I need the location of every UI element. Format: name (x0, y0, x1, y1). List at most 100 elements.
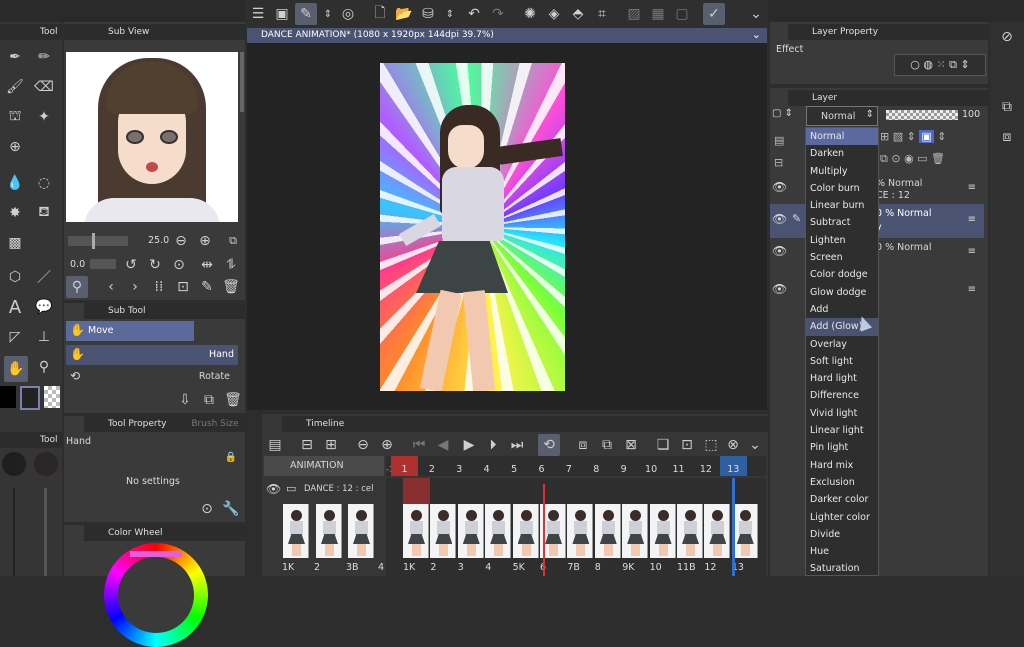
blend-option-darker-color[interactable]: Darker color (806, 491, 878, 508)
blend-option-overlay[interactable]: Overlay (806, 336, 878, 353)
zoom-in-icon[interactable]: ⊕ (194, 230, 216, 252)
sub-tool-item-hand[interactable]: ✋ Hand (66, 345, 238, 365)
blend-option-hue[interactable]: Hue (806, 543, 878, 560)
fit-view-icon[interactable]: ⧉ (222, 230, 244, 252)
brush-size-dot-b[interactable] (34, 452, 58, 476)
grid-tool-icon[interactable]: ⊕ (4, 136, 26, 158)
blend-option-difference[interactable]: Difference (806, 387, 878, 404)
undo-icon[interactable]: ↶ (463, 3, 485, 25)
layer-eye-icon-4[interactable]: 👁 (772, 282, 787, 296)
brush-slider-b[interactable] (44, 488, 47, 576)
sub-tool-item-rotate[interactable]: ⟲ Rotate (66, 367, 238, 387)
opacity-value[interactable]: 100 (962, 109, 980, 120)
decoration-tool-icon[interactable]: ⛫ (4, 106, 26, 128)
rotate-slider[interactable] (90, 259, 116, 269)
invert-selection-icon[interactable]: ▦ (647, 3, 669, 25)
navigator-icon[interactable]: ⊘ (996, 26, 1018, 48)
lock-icon[interactable]: 🔒 (220, 446, 242, 468)
clear-icon[interactable]: ◈ (543, 3, 565, 25)
blend-option-divide[interactable]: Divide (806, 526, 878, 543)
blend-option-multiply[interactable]: Multiply (806, 163, 878, 180)
layer-toggle-box[interactable]: ▢ ⇕ (772, 108, 802, 124)
deselect-icon[interactable]: ▨ (623, 3, 645, 25)
brush-tool-icon[interactable]: 🖌 (4, 76, 26, 98)
eyedropper-tool-icon[interactable]: ⚲ (33, 356, 55, 378)
wand-tool-icon[interactable]: ✸ (4, 202, 26, 224)
lasso-tool-icon[interactable]: ◌ (33, 172, 55, 194)
sub-tool-copy-icon[interactable]: ⧉ (198, 389, 220, 411)
zoom-value[interactable]: 25.0 (148, 235, 169, 246)
rotate-right-icon[interactable]: ↻ (144, 254, 166, 276)
chevron-updown-icon-2[interactable]: ⇕ (439, 3, 461, 25)
brush-size-tab[interactable]: Brush Size (191, 419, 238, 429)
layers-stack-icon[interactable]: ⧈ (996, 126, 1018, 148)
fill-icon[interactable]: ⬘ (567, 3, 589, 25)
menu-icon[interactable]: ☰ (247, 3, 269, 25)
line-tool-icon[interactable]: ／ (33, 266, 55, 288)
canvas-artwork[interactable] (380, 63, 565, 391)
layer-eye-icon-1[interactable]: 👁 (772, 180, 787, 194)
sub-tool-import-icon[interactable]: ⇩ (174, 389, 196, 411)
flip-horizontal-icon[interactable]: ⇹ (196, 254, 218, 276)
eraser-tool-icon[interactable]: ⌫ (33, 76, 55, 98)
next-image-icon[interactable]: › (124, 276, 146, 298)
edit-tool-icon[interactable]: ✎ (295, 3, 317, 25)
layer-color-icon[interactable]: ▣ (919, 130, 934, 143)
sub-color-swatch[interactable] (20, 386, 40, 410)
sub-tool-delete-icon[interactable]: 🗑 (222, 389, 244, 411)
blend-option-darken[interactable]: Darken (806, 145, 878, 162)
layer-eye-icon-3[interactable]: 👁 (772, 244, 787, 258)
drag-handle-icon-1[interactable]: ≡ (968, 182, 976, 193)
brush-slider-a[interactable] (13, 488, 15, 576)
hand-tool-icon[interactable]: ✋ (4, 356, 28, 382)
zoom-out-icon[interactable]: ⊖ (170, 230, 192, 252)
tool-property-reset-icon[interactable]: ⊙ (196, 498, 218, 520)
gradient-tool-icon[interactable]: ▩ (4, 232, 26, 254)
balloon-tool-icon[interactable]: 💬 (33, 296, 55, 318)
stamp-icon[interactable]: ◎ (337, 3, 359, 25)
flip-vertical-icon[interactable]: ⥮ (220, 254, 242, 276)
transparent-color-swatch[interactable] (44, 386, 60, 408)
blend-option-exclusion[interactable]: Exclusion (806, 474, 878, 491)
reset-rotate-icon[interactable]: ⊙ (168, 254, 190, 276)
selection-border-icon[interactable]: ▢ (671, 3, 693, 25)
blend-option-screen[interactable]: Screen (806, 249, 878, 266)
blend-tool-icon[interactable]: 💧 (4, 172, 26, 194)
brush-size-dot-a[interactable] (2, 452, 26, 476)
frame-tool-icon[interactable]: ◸ (4, 326, 26, 348)
transform-icon[interactable]: ⌗ (591, 3, 613, 25)
blend-mode-select[interactable]: Normal ⇕ (806, 106, 878, 126)
import-image-icon[interactable]: ⊡ (172, 276, 194, 298)
zoom-slider[interactable] (68, 233, 128, 249)
sparkle-tool-icon[interactable]: ✦ (33, 106, 55, 128)
edit-view-icon[interactable]: ✎ (196, 276, 218, 298)
canvas-tab[interactable]: DANCE ANIMATION* (1080 x 1920px 144dpi 3… (247, 28, 767, 43)
chevron-updown-icon[interactable]: ⇕ (317, 3, 339, 25)
eyedropper-view-icon[interactable]: ⚲ (66, 276, 88, 298)
color-wheel[interactable] (104, 543, 208, 647)
sub-tool-item-move[interactable]: ✋ Move (66, 321, 194, 341)
blend-option-linear-light[interactable]: Linear light (806, 422, 878, 439)
pencil-tool-icon[interactable]: ✏ (33, 46, 55, 68)
stroke-icon[interactable]: ✓ (703, 3, 725, 25)
ruler-tool-icon[interactable]: ⊥ (33, 326, 55, 348)
tool-property-wrench-icon[interactable]: 🔧 (220, 498, 242, 520)
prev-image-icon[interactable]: ‹ (100, 276, 122, 298)
text-tool-icon[interactable]: A (4, 296, 26, 318)
blend-option-lighten[interactable]: Lighten (806, 232, 878, 249)
canvas-resize-icon[interactable]: ▣ (271, 3, 293, 25)
blend-option-color-dodge[interactable]: Color dodge (806, 266, 878, 283)
delete-view-icon[interactable]: 🗑 (220, 276, 242, 298)
opacity-slider[interactable] (886, 110, 958, 120)
new-file-icon[interactable]: 🗋 (369, 3, 391, 25)
chevron-down-icon[interactable]: ⌄ (745, 3, 767, 25)
loading-icon[interactable]: ✺ (519, 3, 541, 25)
blend-option-saturation[interactable]: Saturation (806, 560, 878, 575)
save-icon[interactable]: ⛁ (417, 3, 439, 25)
blend-option-linear-burn[interactable]: Linear burn (806, 197, 878, 214)
blend-option-normal[interactable]: Normal (806, 128, 878, 146)
effect-icons[interactable]: ○ ◍ ⁙ ⧉ ⇕ (894, 54, 986, 76)
layer-search-icon[interactable]: ⧉ (996, 96, 1018, 118)
blend-option-soft-light[interactable]: Soft light (806, 353, 878, 370)
open-folder-icon[interactable]: 📂 (393, 3, 415, 25)
